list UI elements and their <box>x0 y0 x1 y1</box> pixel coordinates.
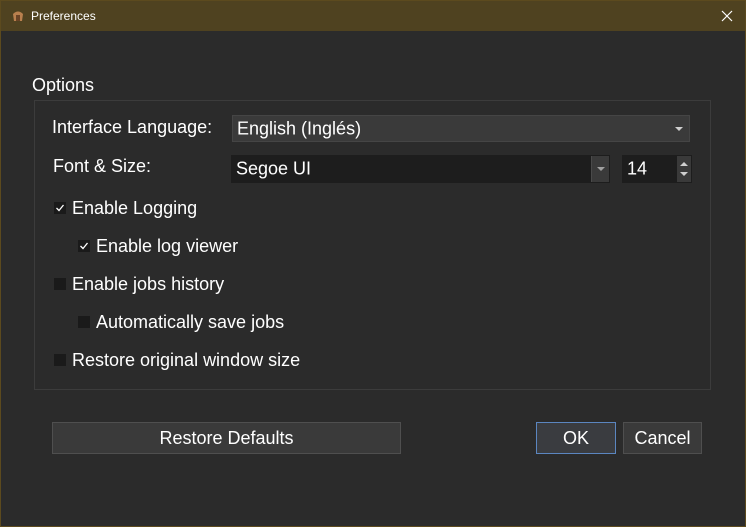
font-size-value: 14 <box>627 158 648 179</box>
interface-language-label: Interface Language: <box>52 117 213 137</box>
restore-window-size-checkbox-row[interactable]: Restore original window size <box>54 349 300 371</box>
font-dropdown-button[interactable] <box>591 156 609 182</box>
restore-defaults-button[interactable]: Restore Defaults <box>52 422 401 454</box>
interface-language-value: English (Inglés) <box>237 118 362 138</box>
font-value: Segoe UI <box>236 158 312 179</box>
restore-window-size-checkbox[interactable] <box>54 354 66 366</box>
enable-logging-checkbox-row[interactable]: Enable Logging <box>54 197 197 219</box>
checkmark-icon <box>80 242 89 250</box>
close-button[interactable] <box>709 1 745 31</box>
restore-window-size-label: Restore original window size <box>72 349 301 370</box>
font-size-spinbox[interactable]: 14 <box>622 155 692 183</box>
enable-logging-checkbox[interactable] <box>54 202 66 214</box>
window-title: Preferences <box>31 9 96 23</box>
options-group-title: Options <box>32 75 95 95</box>
enable-jobs-history-checkbox-row[interactable]: Enable jobs history <box>54 273 224 295</box>
enable-jobs-history-checkbox[interactable] <box>54 278 66 290</box>
arrow-down-icon[interactable] <box>680 172 688 176</box>
automatically-save-jobs-label: Automatically save jobs <box>96 311 285 332</box>
interface-language-dropdown[interactable]: English (Inglés) <box>232 115 690 142</box>
checkmark-icon <box>56 204 65 212</box>
enable-logging-label: Enable Logging <box>72 197 198 218</box>
arrow-up-icon[interactable] <box>680 162 688 166</box>
enable-log-viewer-label: Enable log viewer <box>96 235 239 256</box>
chevron-down-icon <box>675 126 683 131</box>
ok-button[interactable]: OK <box>536 422 616 454</box>
enable-log-viewer-checkbox-row[interactable]: Enable log viewer <box>78 235 238 257</box>
font-size-label: Font & Size: <box>53 156 152 176</box>
enable-log-viewer-checkbox[interactable] <box>78 240 90 252</box>
app-icon <box>13 11 23 21</box>
spin-buttons <box>677 156 691 182</box>
automatically-save-jobs-checkbox[interactable] <box>78 316 90 328</box>
close-icon <box>721 10 733 22</box>
title-bar[interactable]: Preferences <box>1 1 745 31</box>
enable-jobs-history-label: Enable jobs history <box>72 273 225 294</box>
cancel-button[interactable]: Cancel <box>623 422 702 454</box>
font-dropdown[interactable]: Segoe UI <box>231 155 610 183</box>
chevron-down-icon <box>597 167 605 171</box>
automatically-save-jobs-checkbox-row[interactable]: Automatically save jobs <box>78 311 284 333</box>
preferences-window: Preferences Options Interface Language: … <box>0 0 746 527</box>
